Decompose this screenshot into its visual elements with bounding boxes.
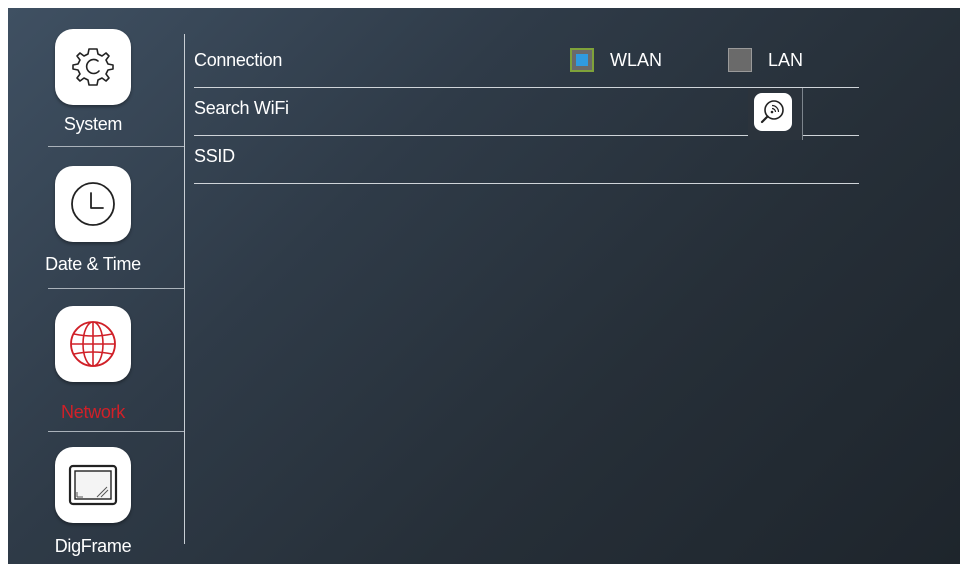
connection-label: Connection xyxy=(194,50,283,70)
clock-icon xyxy=(55,166,131,242)
ssid-label: SSID xyxy=(194,146,235,166)
sidebar-item-label: Date & Time xyxy=(45,254,141,274)
search-wifi-label: Search WiFi xyxy=(194,98,289,118)
search-wifi-button[interactable] xyxy=(748,88,803,140)
divider xyxy=(48,146,184,147)
gear-icon xyxy=(55,29,131,105)
sidebar-item-date-time[interactable]: Date & Time xyxy=(8,148,184,288)
divider xyxy=(48,288,184,289)
sidebar-item-label: System xyxy=(63,114,123,134)
sidebar-item-label: DigFrame xyxy=(54,536,132,556)
wlan-checkbox[interactable] xyxy=(570,48,594,72)
globe-icon xyxy=(55,306,131,382)
divider xyxy=(48,431,184,432)
sidebar-item-system[interactable]: System xyxy=(8,8,184,148)
picture-frame-icon xyxy=(55,447,131,523)
settings-screen: System Date & Time Network DigFrame Conn… xyxy=(8,8,960,564)
sidebar: System Date & Time Network DigFrame xyxy=(8,8,184,564)
lan-checkbox[interactable] xyxy=(728,48,752,72)
wifi-search-icon xyxy=(754,93,792,131)
sidebar-item-network[interactable]: Network xyxy=(8,290,184,430)
sidebar-item-label: Network xyxy=(61,402,125,422)
connection-row: Connection WLAN LAN xyxy=(194,40,859,88)
sidebar-separator xyxy=(184,34,185,544)
ssid-row[interactable]: SSID xyxy=(194,136,859,184)
lan-label: LAN xyxy=(768,50,804,70)
sidebar-item-digframe[interactable]: DigFrame xyxy=(8,433,184,564)
wlan-label: WLAN xyxy=(610,50,663,70)
search-wifi-row: Search WiFi xyxy=(194,88,859,140)
